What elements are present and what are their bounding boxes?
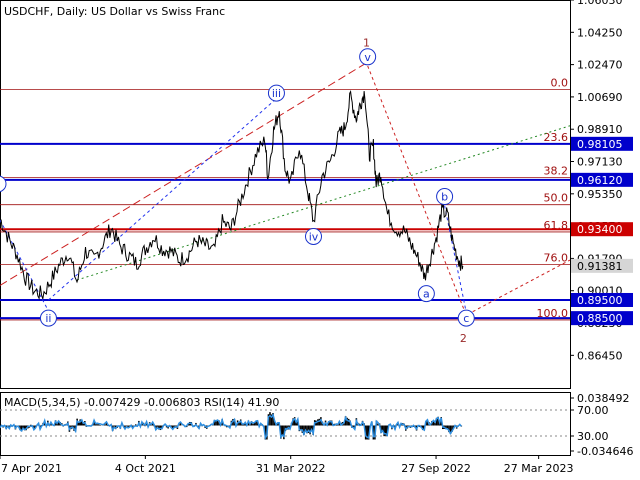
level-price-label: 0.89500 bbox=[577, 294, 623, 307]
y-tick-label: 0.95350 bbox=[577, 188, 623, 201]
level-price-label: 0.91381 bbox=[577, 260, 623, 273]
x-tick-label: 7 Apr 2021 bbox=[1, 462, 62, 475]
x-tick-label: 27 Sep 2022 bbox=[401, 462, 471, 475]
macd-tick-label: 70.00 bbox=[577, 404, 609, 417]
chart-title: USDCHF, Daily: US Dollar vs Swiss Franc bbox=[4, 5, 225, 18]
x-tick-label: 27 Mar 2023 bbox=[504, 462, 574, 475]
y-tick-label: 1.04250 bbox=[577, 26, 623, 39]
y-tick-label: 0.98910 bbox=[577, 123, 623, 136]
y-tick-label: 1.06030 bbox=[577, 0, 623, 7]
wave-label-text: ii bbox=[45, 312, 51, 325]
y-tick-label: 0.97130 bbox=[577, 156, 623, 169]
fib-ratio-label: 23.6 bbox=[544, 131, 569, 144]
wave-label-text: b bbox=[441, 191, 448, 204]
level-price-label: 0.98105 bbox=[577, 138, 623, 151]
x-tick-label: 31 Mar 2022 bbox=[256, 462, 326, 475]
level-price-label: 0.96120 bbox=[577, 174, 623, 187]
macd-label: MACD(5,34,5) -0.007429 -0.006803 RSI(14)… bbox=[4, 396, 279, 409]
y-tick-label: 1.02470 bbox=[577, 59, 623, 72]
usdchf-chart: 1.06030 1.04250 1.02470 1.00690 0.98910 0.971… bbox=[0, 0, 633, 475]
wave-label-text: a bbox=[423, 288, 430, 301]
wave-label-text: iii bbox=[272, 87, 281, 100]
y-tick-label: 0.86450 bbox=[577, 349, 623, 362]
fib-ratio-label: 50.0 bbox=[544, 192, 569, 205]
level-price-label: 0.93400 bbox=[577, 223, 623, 236]
x-tick-label: 4 Oct 2021 bbox=[115, 462, 176, 475]
wave-label-text: c bbox=[463, 312, 469, 325]
wave-label-text: iv bbox=[309, 230, 319, 243]
fib-ratio-label: 38.2 bbox=[544, 164, 569, 177]
macd-tick-label: -0.034646 bbox=[577, 445, 633, 458]
y-tick-label: 1.00690 bbox=[577, 91, 623, 104]
degree-label-text: 2 bbox=[460, 332, 467, 345]
macd-tick-label: 30.00 bbox=[577, 430, 609, 443]
level-price-label: 0.88500 bbox=[577, 312, 623, 325]
wave-label-text: v bbox=[364, 51, 371, 64]
plot-frame bbox=[0, 0, 571, 389]
fib-ratio-label: 0.0 bbox=[551, 76, 569, 89]
degree-label-text: 1 bbox=[363, 36, 370, 49]
